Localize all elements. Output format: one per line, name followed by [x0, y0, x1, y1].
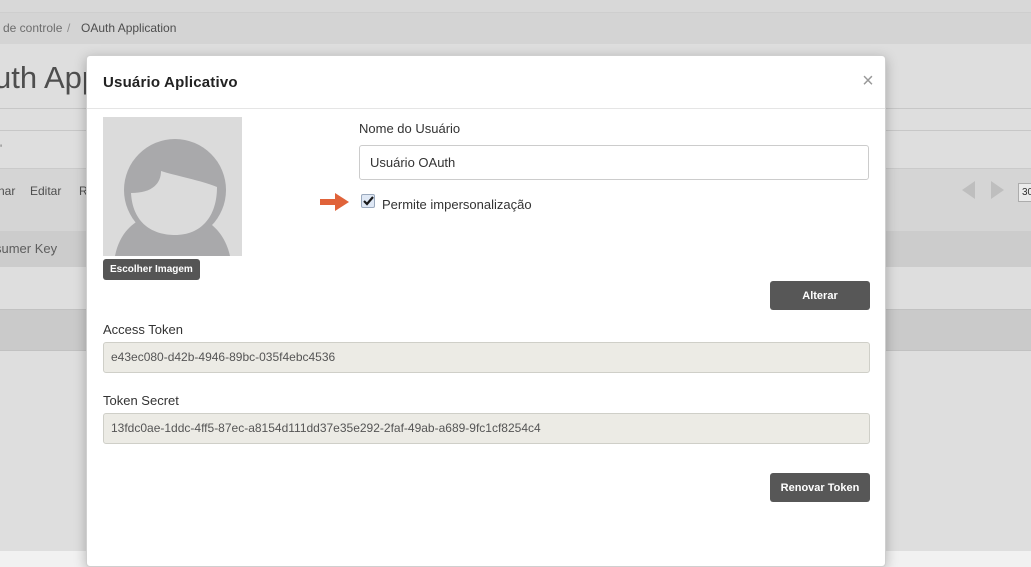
impersonation-checkbox[interactable]	[361, 194, 375, 208]
impersonation-label[interactable]: Permite impersonalização	[382, 197, 532, 212]
close-icon: ×	[862, 70, 874, 92]
close-button[interactable]: ×	[857, 70, 879, 92]
choose-image-button[interactable]: Escolher Imagem	[103, 259, 200, 280]
checkmark-icon	[363, 196, 374, 206]
user-application-modal: Usuário Aplicativo × Escolher Imagem Nom…	[86, 55, 886, 567]
modal-header: Usuário Aplicativo ×	[87, 56, 885, 109]
username-label: Nome do Usuário	[359, 121, 461, 136]
access-token-field[interactable]: e43ec080-d42b-4946-89bc-035f4ebc4536	[103, 342, 870, 373]
modal-title: Usuário Aplicativo	[103, 74, 238, 91]
token-secret-field[interactable]: 13fdc0ae-1ddc-4ff5-87ec-a8154d111dd37e35…	[103, 413, 870, 444]
avatar	[103, 117, 242, 256]
arrow-right-icon	[320, 193, 349, 211]
access-token-label: Access Token	[103, 322, 183, 337]
username-input[interactable]	[359, 145, 869, 180]
user-placeholder-icon	[115, 139, 230, 256]
token-secret-label: Token Secret	[103, 393, 179, 408]
alterar-button[interactable]: Alterar	[770, 281, 870, 310]
renew-token-button[interactable]: Renovar Token	[770, 473, 870, 502]
